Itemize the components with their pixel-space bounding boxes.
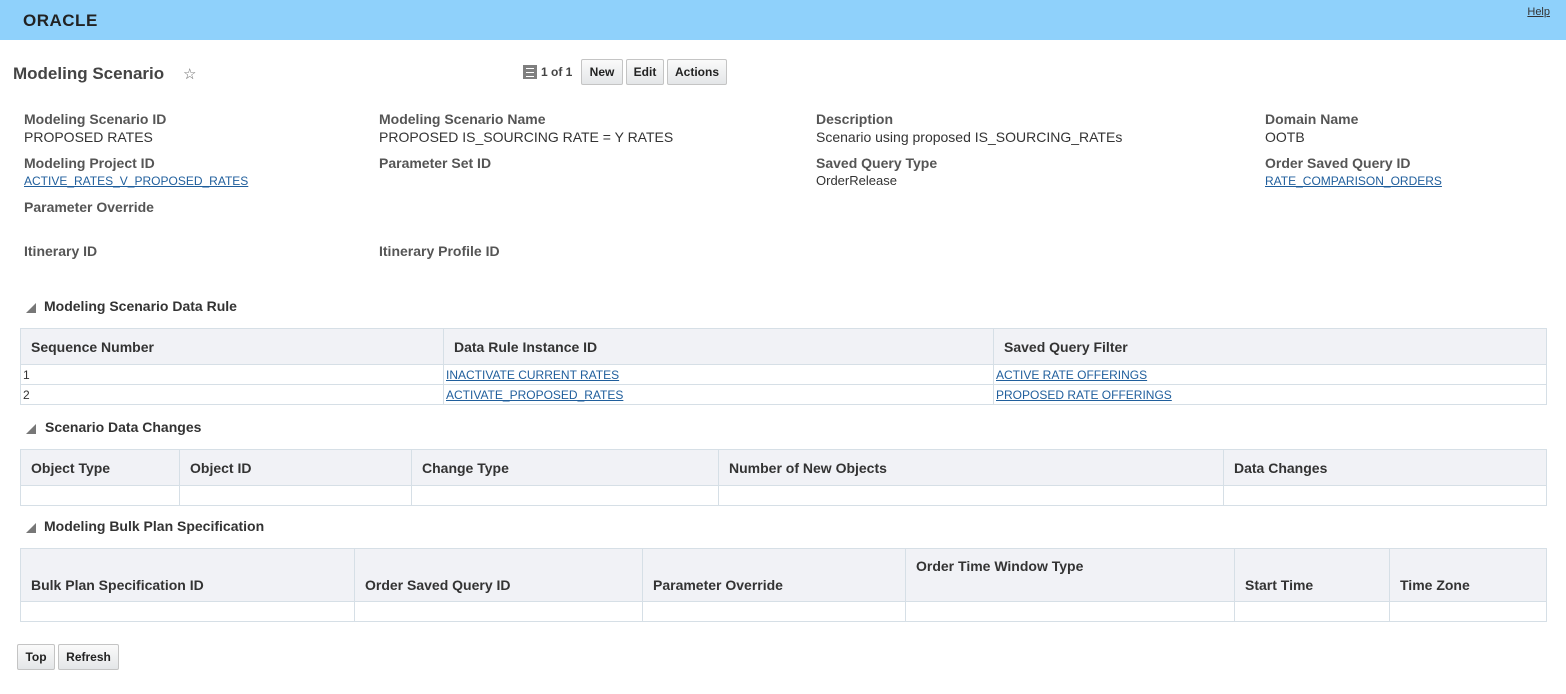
column-header[interactable]: Order Saved Query ID bbox=[354, 548, 643, 602]
column-header[interactable]: Parameter Override bbox=[642, 548, 906, 602]
column-header[interactable]: Object ID bbox=[179, 449, 412, 486]
saved-query-filter-link[interactable]: ACTIVE RATE OFFERINGS bbox=[996, 368, 1147, 382]
refresh-button[interactable]: Refresh bbox=[58, 644, 119, 670]
data-rule-link[interactable]: INACTIVATE CURRENT RATES bbox=[446, 368, 619, 382]
itinerary-profile-id-label: Itinerary Profile ID bbox=[379, 243, 500, 259]
project-id-label: Modeling Project ID bbox=[24, 155, 155, 171]
page-title: Modeling Scenario bbox=[13, 64, 165, 83]
help-link[interactable]: Help bbox=[1527, 6, 1550, 18]
sequence-number-cell: 2 bbox=[20, 384, 444, 405]
saved-query-filter-link[interactable]: PROPOSED RATE OFFERINGS bbox=[996, 388, 1172, 402]
column-header[interactable]: Sequence Number bbox=[20, 328, 444, 365]
favorite-star-icon[interactable]: ☆ bbox=[183, 65, 196, 83]
empty-cell bbox=[20, 601, 355, 622]
column-header[interactable]: Change Type bbox=[411, 449, 719, 486]
order-saved-query-id-link[interactable]: RATE_COMPARISON_ORDERS bbox=[1265, 174, 1442, 188]
data-rule-table: Sequence Number Data Rule Instance ID Sa… bbox=[20, 328, 1547, 405]
scenario-id-value: PROPOSED RATES bbox=[24, 129, 153, 145]
itinerary-id-label: Itinerary ID bbox=[24, 243, 98, 259]
table-row[interactable]: 1 INACTIVATE CURRENT RATES ACTIVE RATE O… bbox=[20, 364, 1547, 385]
top-button[interactable]: Top bbox=[17, 644, 55, 670]
empty-cell bbox=[642, 601, 906, 622]
empty-cell bbox=[1223, 485, 1547, 506]
column-header[interactable]: Time Zone bbox=[1389, 548, 1547, 602]
data-changes-section-title[interactable]: Scenario Data Changes bbox=[45, 419, 201, 435]
scenario-name-value: PROPOSED IS_SOURCING RATE = Y RATES bbox=[379, 129, 674, 145]
empty-row bbox=[20, 601, 1547, 622]
column-header[interactable]: Data Rule Instance ID bbox=[443, 328, 994, 365]
description-label: Description bbox=[816, 111, 894, 127]
empty-cell bbox=[1389, 601, 1547, 622]
collapse-triangle-icon[interactable] bbox=[26, 303, 36, 313]
sequence-number-cell: 1 bbox=[20, 364, 444, 385]
empty-cell bbox=[1234, 601, 1390, 622]
column-header[interactable]: Order Time Window Type bbox=[905, 548, 1235, 602]
edit-button[interactable]: Edit bbox=[626, 59, 664, 85]
parameter-set-id-label: Parameter Set ID bbox=[379, 155, 492, 171]
data-rule-section-title[interactable]: Modeling Scenario Data Rule bbox=[44, 298, 237, 314]
column-header[interactable]: Start Time bbox=[1234, 548, 1390, 602]
header-bar: ORACLE Help bbox=[0, 0, 1566, 40]
data-changes-table: Object Type Object ID Change Type Number… bbox=[20, 449, 1547, 506]
bulk-plan-section-title[interactable]: Modeling Bulk Plan Specification bbox=[44, 518, 264, 534]
scenario-id-label: Modeling Scenario ID bbox=[24, 111, 167, 127]
collapse-triangle-icon[interactable] bbox=[26, 424, 36, 434]
column-header[interactable]: Data Changes bbox=[1223, 449, 1547, 486]
empty-cell bbox=[905, 601, 1235, 622]
order-saved-query-id-label: Order Saved Query ID bbox=[1265, 155, 1411, 171]
oracle-logo: ORACLE bbox=[23, 11, 98, 30]
record-list-icon[interactable] bbox=[523, 65, 537, 79]
empty-row bbox=[20, 485, 1547, 506]
bulk-plan-table: Bulk Plan Specification ID Order Saved Q… bbox=[20, 548, 1547, 622]
empty-cell bbox=[179, 485, 412, 506]
column-header[interactable]: Number of New Objects bbox=[718, 449, 1224, 486]
column-header[interactable]: Bulk Plan Specification ID bbox=[20, 548, 355, 602]
empty-cell bbox=[411, 485, 719, 506]
saved-query-filter-cell: PROPOSED RATE OFFERINGS bbox=[993, 384, 1547, 405]
empty-cell bbox=[354, 601, 643, 622]
record-count: 1 of 1 bbox=[541, 65, 573, 79]
data-rule-cell: INACTIVATE CURRENT RATES bbox=[443, 364, 994, 385]
saved-query-filter-cell: ACTIVE RATE OFFERINGS bbox=[993, 364, 1547, 385]
empty-cell bbox=[718, 485, 1224, 506]
description-value: Scenario using proposed IS_SOURCING_RATE… bbox=[816, 129, 1123, 145]
saved-query-type-value: OrderRelease bbox=[816, 173, 897, 188]
collapse-triangle-icon[interactable] bbox=[26, 523, 36, 533]
column-header[interactable]: Object Type bbox=[20, 449, 180, 486]
parameter-override-label: Parameter Override bbox=[24, 199, 154, 215]
actions-button[interactable]: Actions bbox=[667, 59, 727, 85]
saved-query-type-label: Saved Query Type bbox=[816, 155, 938, 171]
empty-cell bbox=[20, 485, 180, 506]
domain-name-value: OOTB bbox=[1265, 129, 1305, 145]
domain-name-label: Domain Name bbox=[1265, 111, 1359, 127]
table-row[interactable]: 2 ACTIVATE_PROPOSED_RATES PROPOSED RATE … bbox=[20, 384, 1547, 405]
data-rule-link[interactable]: ACTIVATE_PROPOSED_RATES bbox=[446, 388, 623, 402]
data-rule-cell: ACTIVATE_PROPOSED_RATES bbox=[443, 384, 994, 405]
project-id-link[interactable]: ACTIVE_RATES_V_PROPOSED_RATES bbox=[24, 174, 248, 188]
scenario-name-label: Modeling Scenario Name bbox=[379, 111, 546, 127]
new-button[interactable]: New bbox=[581, 59, 623, 85]
column-header[interactable]: Saved Query Filter bbox=[993, 328, 1547, 365]
